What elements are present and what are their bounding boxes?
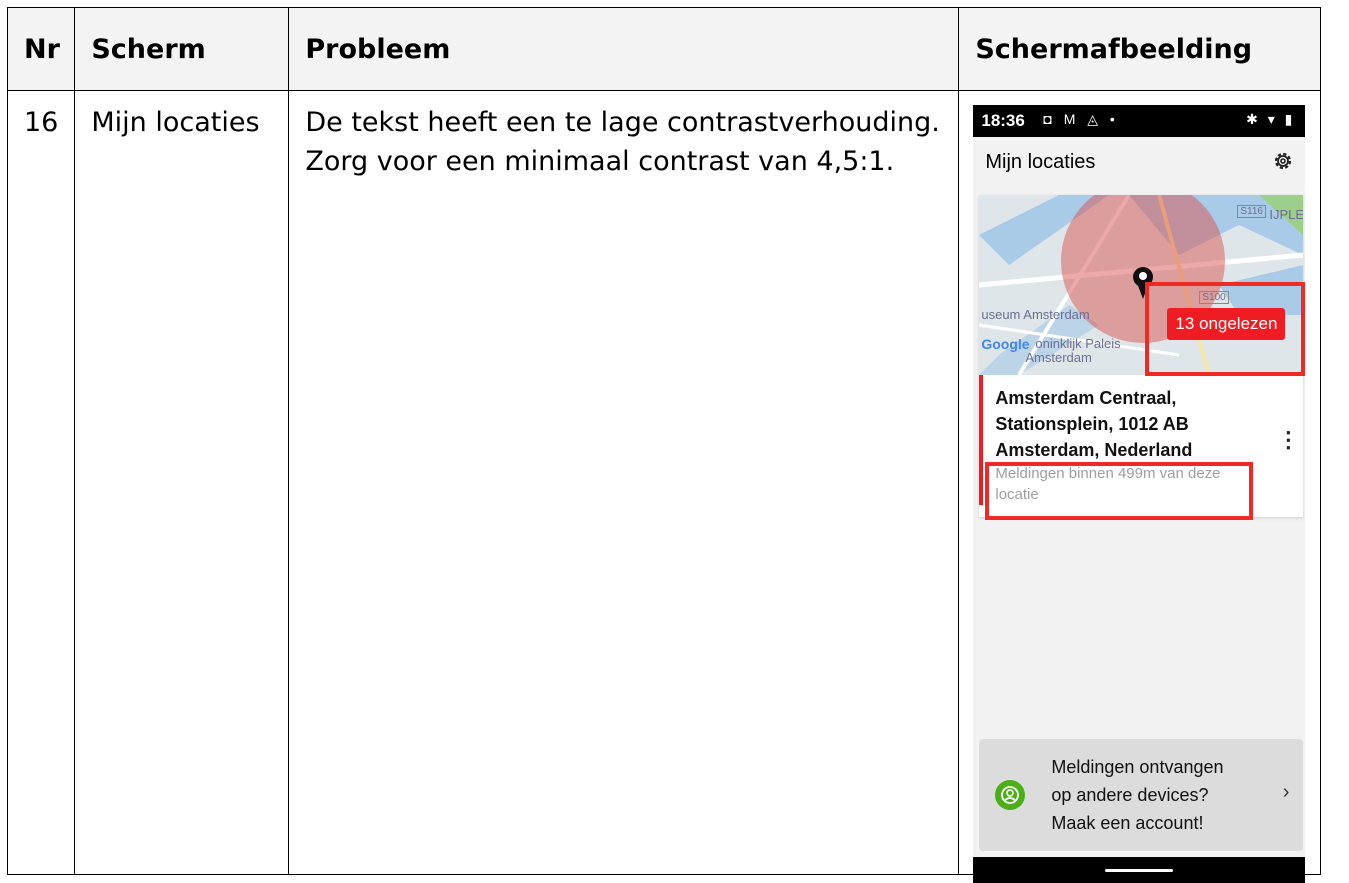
user-icon: [995, 780, 1026, 810]
status-bar: 18:36 ◘ M ◬ • ✱ ▾ ▮: [973, 105, 1306, 137]
app-title: Mijn locaties: [985, 151, 1096, 173]
notification-icons: ◘ M ◬ •: [1043, 111, 1119, 127]
header-scherm: Scherm: [74, 7, 290, 91]
issue-table: Nr Scherm Probleem Schermafbeelding 16 M…: [6, 7, 1322, 883]
google-logo: Google: [981, 336, 1030, 352]
table-row: 16 Mijn locaties De tekst heeft een te l…: [6, 90, 1322, 883]
map-label-ijplein: IJPLE: [1269, 207, 1304, 222]
status-time: 18:36: [981, 111, 1025, 130]
cell-screenshot: 18:36 ◘ M ◬ • ✱ ▾ ▮ Mijn locaties useum …: [958, 90, 1322, 883]
map-label-paleis: oninklijk Paleis: [1035, 336, 1121, 351]
phone-screenshot: 18:36 ◘ M ◬ • ✱ ▾ ▮ Mijn locaties useum …: [973, 105, 1306, 883]
cell-scherm: Mijn locaties: [74, 90, 290, 875]
header-probleem: Probleem: [288, 7, 960, 91]
cell-nr: 16: [6, 90, 76, 875]
promo-text: Meldingen ontvangen op andere devices? M…: [1051, 753, 1223, 837]
header-nr: Nr: [6, 7, 76, 91]
system-icons: ✱ ▾ ▮: [1246, 111, 1296, 127]
card-accent-bar: [979, 375, 984, 505]
cell-probleem: De tekst heeft een te lage contrastverho…: [288, 90, 960, 875]
app-bar: Mijn locaties: [973, 137, 1306, 193]
header-row: Nr Scherm Probleem Schermafbeelding: [6, 7, 1322, 91]
home-indicator[interactable]: [1105, 869, 1174, 872]
map-label-s116: S116: [1237, 205, 1266, 218]
navigation-bar: [973, 857, 1306, 883]
highlight-contrast-box: [985, 462, 1254, 520]
gear-icon[interactable]: [1271, 149, 1295, 173]
promo-line-1: Meldingen ontvangen: [1051, 757, 1224, 777]
header-schermafbeelding: Schermafbeelding: [958, 7, 1322, 91]
location-address: Amsterdam Centraal, Stationsplein, 1012 …: [995, 388, 1193, 460]
more-options-icon[interactable]: ⋮: [1277, 427, 1299, 453]
highlight-badge-box: [1145, 282, 1306, 376]
map-label-amsterdam: Amsterdam: [1025, 350, 1092, 365]
promo-line-3: Maak een account!: [1051, 813, 1204, 833]
chevron-right-icon: ›: [1282, 781, 1290, 803]
account-promo-banner[interactable]: Meldingen ontvangen op andere devices? M…: [979, 739, 1304, 851]
map-label-museum: useum Amsterdam: [981, 307, 1090, 322]
promo-line-2: op andere devices?: [1051, 785, 1209, 805]
